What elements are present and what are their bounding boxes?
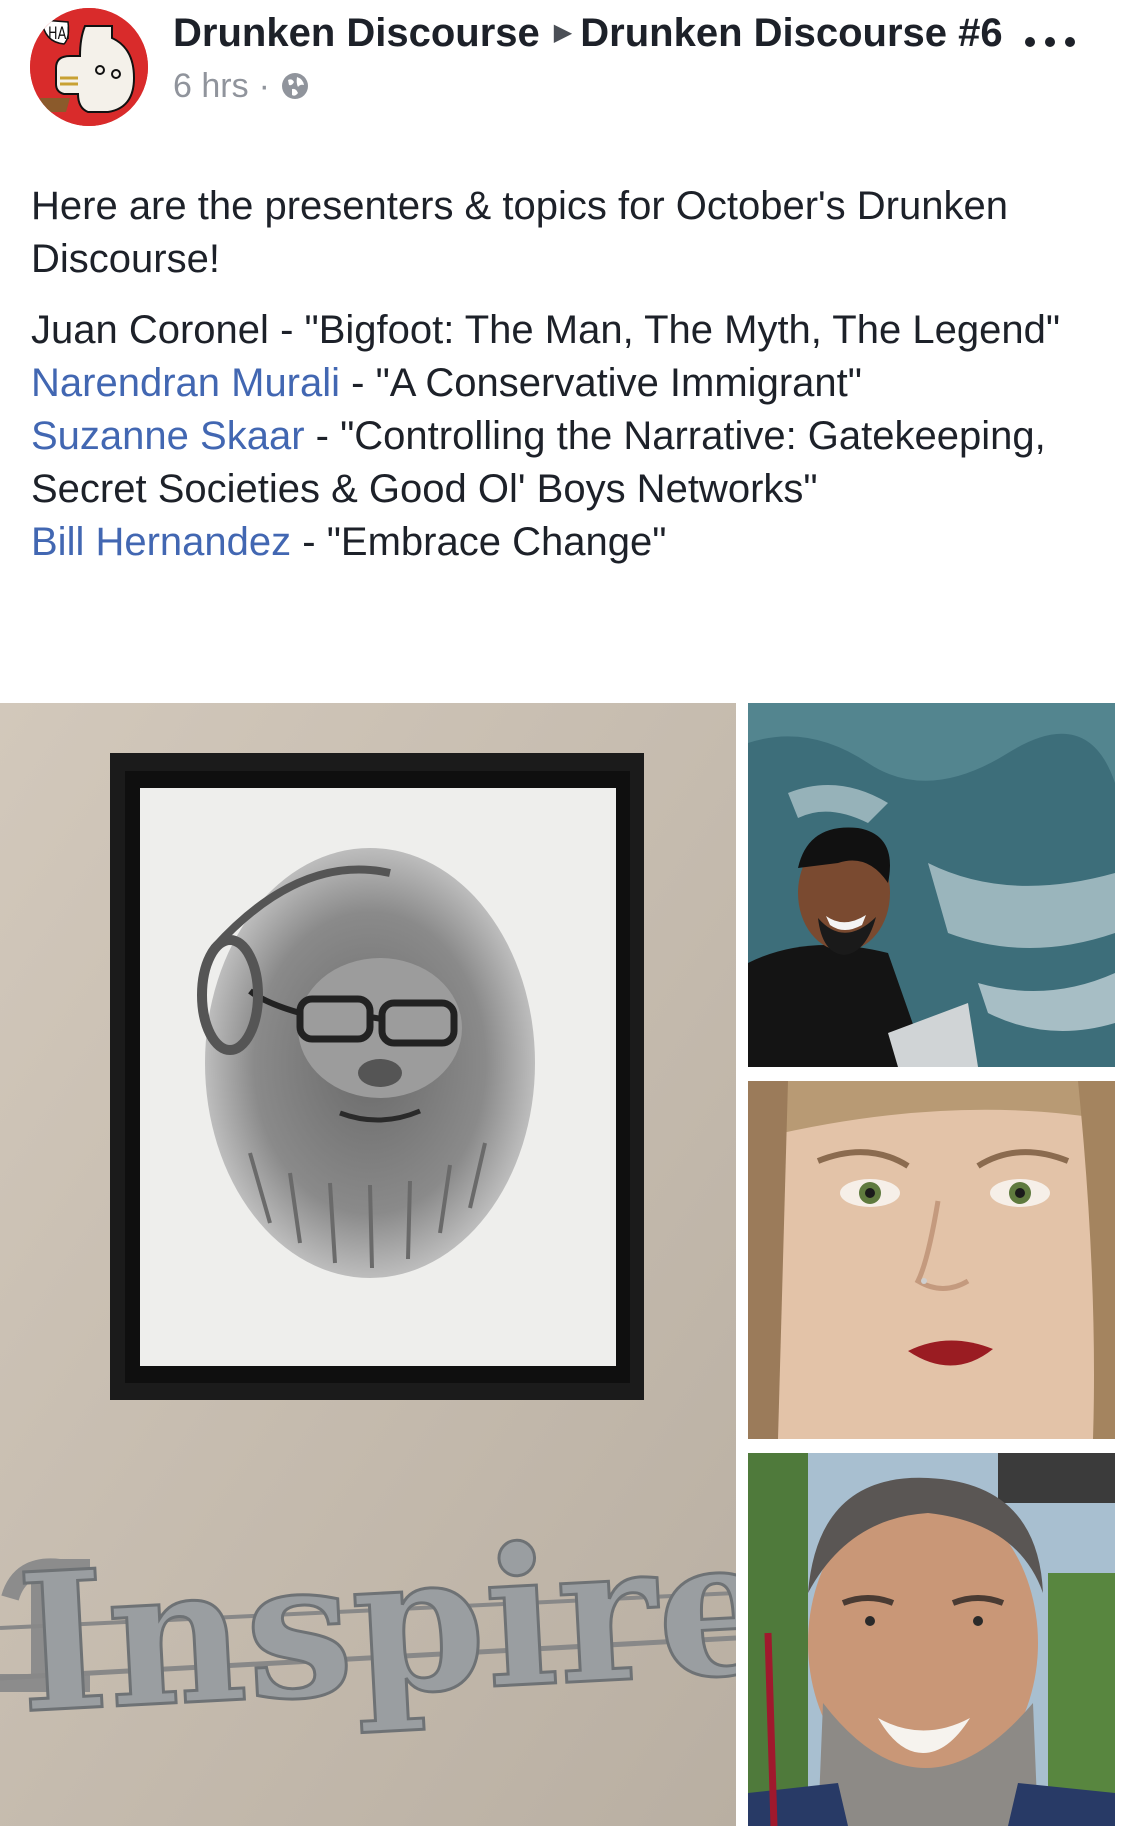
post-title: Drunken Discourse ▶ Drunken Discourse #6 [173, 8, 1013, 58]
presenter-list: Juan Coronel - "Bigfoot: The Man, The My… [31, 304, 1091, 569]
post-title-block: Drunken Discourse ▶ Drunken Discourse #6 6… [173, 8, 1013, 106]
presenter-topic: - "Bigfoot: The Man, The Myth, The Legen… [280, 308, 1061, 352]
presenter-topic: - "Embrace Change" [302, 520, 667, 564]
avatar-label: HAI [48, 24, 71, 44]
presenter-topic: - "A Conservative Immigrant" [351, 361, 862, 405]
post-body: Here are the presenters & topics for Oct… [31, 180, 1091, 587]
post-meta: 6 hrs · [173, 66, 1013, 106]
group-name-link[interactable]: Drunken Discourse [173, 11, 540, 55]
photo-grid: Inspire [0, 703, 1125, 1826]
photo-bigfoot-drawing[interactable]: Inspire [0, 703, 736, 1826]
meta-separator: · [258, 67, 270, 105]
presenter-name: Juan Coronel [31, 308, 269, 352]
presenter-name-link[interactable]: Narendran Murali [31, 361, 340, 405]
photo-suzanne[interactable] [748, 1081, 1115, 1439]
presenter-name-link[interactable]: Bill Hernandez [31, 520, 291, 564]
timestamp[interactable]: 6 hrs [173, 66, 249, 106]
more-dot-icon [1045, 37, 1055, 47]
post-intro: Here are the presenters & topics for Oct… [31, 184, 1008, 281]
globe-icon [280, 71, 310, 101]
post-header: HAI Drunken Discourse ▶ Drunken Discourse … [0, 0, 1125, 160]
triangle-right-icon: ▶ [553, 19, 573, 46]
more-options-button[interactable] [1025, 22, 1075, 62]
group-avatar[interactable]: HAI [30, 8, 148, 126]
sign-text: Inspire [13, 1493, 736, 1755]
event-name-link[interactable]: Drunken Discourse #6 [580, 11, 1002, 55]
photo-narendran[interactable] [748, 703, 1115, 1067]
more-dot-icon [1025, 37, 1035, 47]
photo-bill[interactable] [748, 1453, 1115, 1826]
presenter-name-link[interactable]: Suzanne Skaar [31, 414, 305, 458]
more-dot-icon [1065, 37, 1075, 47]
